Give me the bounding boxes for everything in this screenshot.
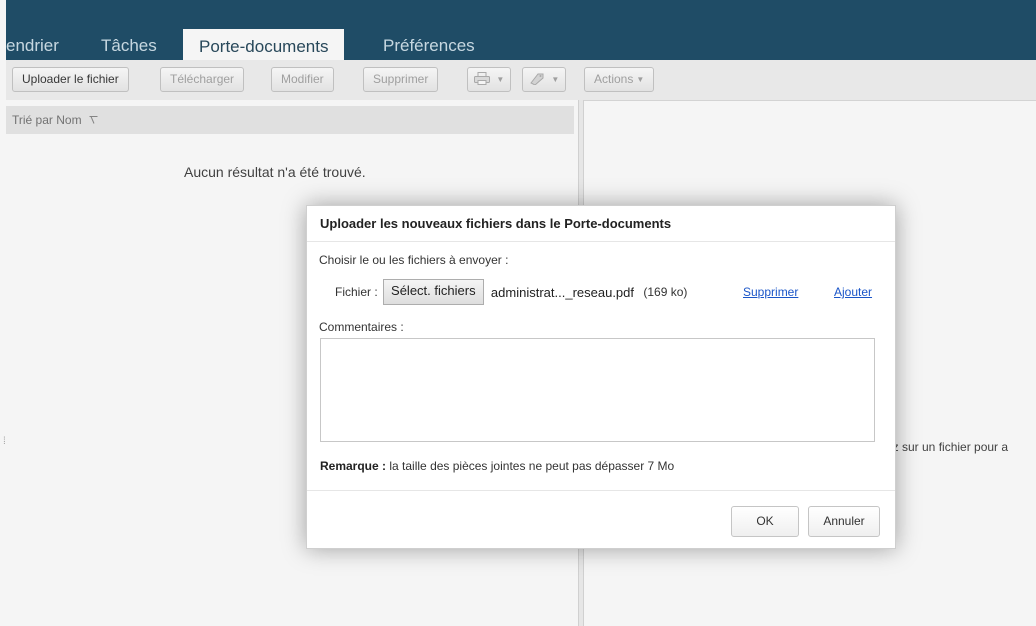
- cancel-button[interactable]: Annuler: [808, 506, 880, 537]
- upload-dialog: Uploader les nouveaux fichiers dans le P…: [306, 205, 896, 549]
- size-remark: Remarque : la taille des pièces jointes …: [320, 459, 674, 473]
- remove-file-link[interactable]: Supprimer: [743, 285, 798, 299]
- ok-button[interactable]: OK: [731, 506, 799, 537]
- file-size: (169 ko): [643, 285, 688, 299]
- file-label: Fichier :: [335, 285, 378, 299]
- add-file-link[interactable]: Ajouter: [834, 285, 872, 299]
- remark-label: Remarque :: [320, 459, 387, 473]
- select-files-button[interactable]: Sélect. fichiers: [383, 279, 484, 305]
- dialog-footer-divider: [307, 490, 895, 491]
- file-row: Fichier : Sélect. fichiers administrat..…: [335, 279, 688, 305]
- dialog-divider: [307, 241, 895, 242]
- comments-textarea[interactable]: [320, 338, 875, 442]
- comments-label: Commentaires :: [319, 320, 404, 334]
- remark-text: la taille des pièces jointes ne peut pas…: [389, 459, 675, 473]
- selected-file-name: administrat..._reseau.pdf: [490, 284, 634, 300]
- dialog-title: Uploader les nouveaux fichiers dans le P…: [320, 216, 672, 231]
- choose-files-label: Choisir le ou les fichiers à envoyer :: [319, 253, 509, 267]
